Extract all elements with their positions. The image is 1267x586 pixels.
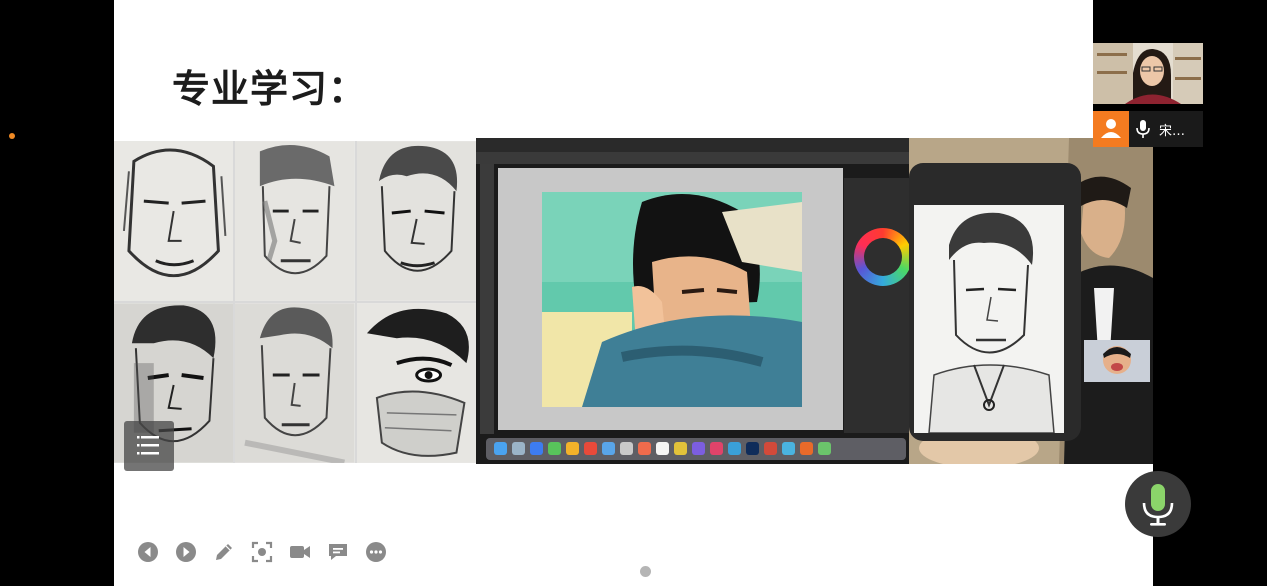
dock-app-icon xyxy=(728,442,741,455)
camera-button[interactable] xyxy=(288,540,312,564)
sketch-portrait xyxy=(114,141,234,301)
dock-app-icon xyxy=(494,442,507,455)
dock-app-icon xyxy=(620,442,633,455)
pen-button[interactable] xyxy=(212,540,236,564)
dock-app-icon xyxy=(692,442,705,455)
dock-app-icon xyxy=(800,442,813,455)
dock-app-icon xyxy=(746,442,759,455)
sketch-portrait xyxy=(235,141,355,301)
dock-app-icon xyxy=(656,442,669,455)
previous-icon xyxy=(138,542,158,562)
slide-title: 专业学习： xyxy=(172,67,368,111)
dock-app-icon xyxy=(638,442,651,455)
tablet-device xyxy=(909,163,1081,441)
tablet-drawing-image xyxy=(909,138,1153,464)
person-icon xyxy=(1101,119,1121,138)
mini-selfie-photo xyxy=(1084,340,1150,382)
ps-menubar xyxy=(476,138,909,152)
tablet-screen-sketch xyxy=(914,205,1064,434)
participant-name-tag[interactable]: 宋… xyxy=(1093,111,1203,147)
more-icon xyxy=(366,542,386,562)
dock-app-icon xyxy=(782,442,795,455)
comment-icon xyxy=(329,544,347,560)
dock-app-icon xyxy=(818,442,831,455)
indicator-dot xyxy=(9,133,15,139)
ps-options-bar xyxy=(476,152,909,164)
microphone-icon xyxy=(1142,484,1174,526)
screenshot-button[interactable] xyxy=(250,540,274,564)
dock-app-icon xyxy=(548,442,561,455)
color-wheel-center xyxy=(864,238,902,276)
sketch-portrait xyxy=(235,303,355,463)
dock-app-icon xyxy=(584,442,597,455)
microphone-icon xyxy=(1136,120,1150,138)
dock-app-icon xyxy=(710,442,723,455)
next-button[interactable] xyxy=(174,540,198,564)
more-button[interactable] xyxy=(364,540,388,564)
comment-button[interactable] xyxy=(326,540,350,564)
ps-right-panel xyxy=(844,178,909,433)
avatar xyxy=(1093,111,1129,147)
mac-dock xyxy=(486,438,906,460)
screenshot-icon xyxy=(251,541,273,563)
pencil-sketch-grid-image xyxy=(114,141,476,463)
photoshop-screen-image xyxy=(476,138,909,464)
camera-icon xyxy=(290,546,310,558)
list-icon xyxy=(137,436,159,455)
pen-icon xyxy=(216,544,232,560)
dock-app-icon xyxy=(602,442,615,455)
next-icon xyxy=(176,542,196,562)
slide-list-button[interactable] xyxy=(124,421,174,471)
dock-app-icon xyxy=(674,442,687,455)
dock-app-icon xyxy=(566,442,579,455)
painted-portrait-artwork xyxy=(542,192,802,407)
dock-app-icon xyxy=(764,442,777,455)
page-indicator-dot[interactable] xyxy=(640,566,651,577)
participant-video[interactable] xyxy=(1093,43,1203,104)
dock-app-icon xyxy=(512,442,525,455)
ps-tools-panel xyxy=(480,164,494,434)
dock-app-icon xyxy=(530,442,543,455)
participant-name: 宋… xyxy=(1159,124,1186,139)
sketch-portrait xyxy=(356,141,476,301)
sketch-portrait xyxy=(356,303,476,463)
previous-button[interactable] xyxy=(136,540,160,564)
microphone-button[interactable] xyxy=(1125,471,1191,537)
